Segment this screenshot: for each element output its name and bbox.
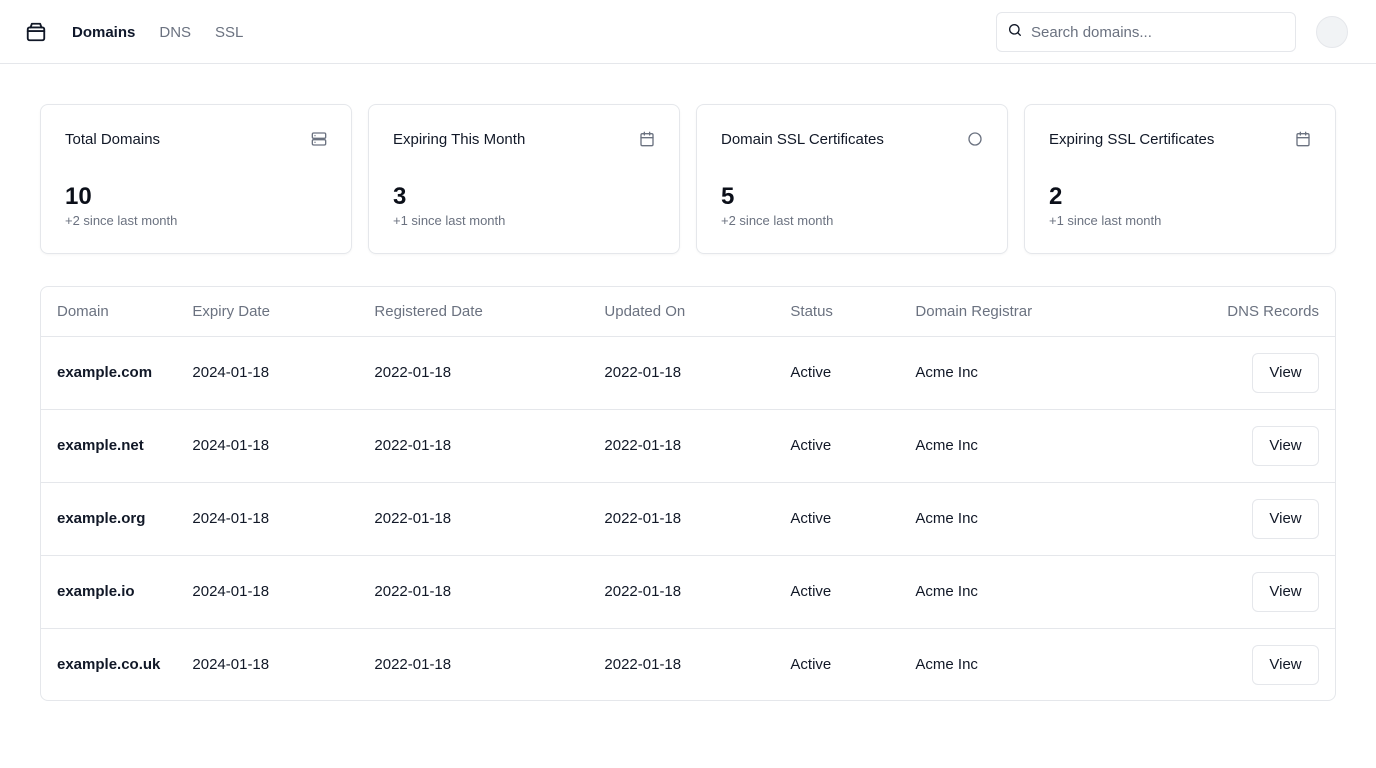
- stat-card-title: Expiring SSL Certificates: [1049, 131, 1215, 148]
- dns-records-cell: View: [1139, 336, 1335, 409]
- table-row: example.co.uk 2024-01-18 2022-01-18 2022…: [41, 628, 1335, 700]
- view-dns-button[interactable]: View: [1252, 425, 1319, 466]
- expiry-cell: 2024-01-18: [192, 437, 270, 454]
- expiry-cell: 2024-01-18: [192, 364, 270, 381]
- domain-cell: example.net: [57, 437, 144, 454]
- column-header-registered-date: Registered Date: [374, 302, 483, 320]
- domain-cell: example.com: [57, 364, 153, 381]
- registered-cell: 2022-01-18: [374, 583, 452, 600]
- calendar-icon: [639, 131, 655, 147]
- updated-cell: 2022-01-18: [604, 364, 682, 381]
- expiry-cell: 2024-01-18: [192, 583, 270, 600]
- domain-cell: example.co.uk: [57, 656, 161, 674]
- stat-card-subtext: +2 since last month: [65, 213, 178, 228]
- dns-records-cell: View: [1139, 555, 1335, 628]
- stat-card-value: 3: [393, 183, 407, 210]
- view-dns-button[interactable]: View: [1252, 571, 1319, 612]
- registrar-cell: Acme Inc: [915, 510, 978, 527]
- status-cell: Active: [790, 656, 832, 674]
- expiry-cell: 2024-01-18: [192, 510, 270, 527]
- status-cell: Active: [790, 437, 832, 454]
- domains-table: Domain Expiry Date Registered Date Updat…: [40, 286, 1336, 701]
- nav-domains[interactable]: Domains: [72, 24, 135, 41]
- domain-cell: example.io: [57, 583, 135, 600]
- updated-cell: 2022-01-18: [604, 437, 682, 454]
- user-avatar[interactable]: [1316, 16, 1348, 48]
- registered-cell: 2022-01-18: [374, 656, 452, 674]
- registered-cell: 2022-01-18: [374, 364, 452, 381]
- stats-cards: Total Domains 10 +2 since last month Exp…: [40, 104, 1336, 254]
- stat-card-value: 10: [65, 183, 92, 210]
- stat-card-subtext: +2 since last month: [721, 213, 834, 228]
- registrar-cell: Acme Inc: [915, 437, 978, 454]
- table-row: example.io 2024-01-18 2022-01-18 2022-01…: [41, 555, 1335, 628]
- stat-card-title: Domain SSL Certificates: [721, 131, 884, 148]
- status-cell: Active: [790, 583, 832, 600]
- column-header-dns-records: DNS Records: [1227, 302, 1319, 320]
- updated-cell: 2022-01-18: [604, 656, 682, 674]
- updated-cell: 2022-01-18: [604, 510, 682, 527]
- domain-cell: example.org: [57, 510, 146, 527]
- stat-card-value: 2: [1049, 183, 1063, 210]
- stat-card-total-domains: Total Domains 10 +2 since last month: [40, 104, 352, 254]
- column-header-status: Status: [790, 302, 833, 320]
- top-navigation-bar: Domains DNS SSL: [0, 0, 1376, 64]
- stat-card-expiring-this-month: Expiring This Month 3 +1 since last mont…: [368, 104, 680, 254]
- circle-icon: [967, 131, 983, 147]
- expiry-cell: 2024-01-18: [192, 656, 270, 674]
- registrar-cell: Acme Inc: [915, 364, 978, 381]
- dns-records-cell: View: [1139, 482, 1335, 555]
- calendar-icon: [1295, 131, 1311, 147]
- updated-cell: 2022-01-18: [604, 583, 682, 600]
- view-dns-button[interactable]: View: [1252, 352, 1319, 393]
- view-dns-button[interactable]: View: [1252, 498, 1319, 539]
- registrar-cell: Acme Inc: [915, 583, 978, 600]
- package-icon[interactable]: [24, 20, 48, 44]
- column-header-domain: Domain: [57, 302, 109, 320]
- stat-card-expiring-ssl: Expiring SSL Certificates 2 +1 since las…: [1024, 104, 1336, 254]
- registered-cell: 2022-01-18: [374, 510, 452, 527]
- dns-records-cell: View: [1139, 628, 1335, 700]
- column-header-registrar: Domain Registrar: [915, 302, 1033, 320]
- status-cell: Active: [790, 510, 832, 527]
- stat-card-ssl-certificates: Domain SSL Certificates 5 +2 since last …: [696, 104, 1008, 254]
- registered-cell: 2022-01-18: [374, 437, 452, 454]
- search-icon: [1007, 22, 1023, 43]
- table-header-row: Domain Expiry Date Registered Date Updat…: [41, 287, 1335, 336]
- table-row: example.org 2024-01-18 2022-01-18 2022-0…: [41, 482, 1335, 555]
- column-header-updated-on: Updated On: [604, 302, 686, 320]
- search-input[interactable]: [1031, 23, 1281, 41]
- column-header-expiry-date: Expiry Date: [192, 302, 270, 320]
- main-nav: Domains DNS SSL: [72, 0, 243, 64]
- nav-dns[interactable]: DNS: [159, 24, 191, 41]
- view-dns-button[interactable]: View: [1252, 644, 1319, 685]
- stat-card-title: Total Domains: [65, 131, 161, 148]
- stat-card-value: 5: [721, 183, 735, 210]
- stat-card-subtext: +1 since last month: [393, 213, 506, 228]
- nav-ssl[interactable]: SSL: [215, 24, 243, 41]
- table-row: example.com 2024-01-18 2022-01-18 2022-0…: [41, 336, 1335, 409]
- dns-records-cell: View: [1139, 409, 1335, 482]
- registrar-cell: Acme Inc: [915, 656, 978, 674]
- stat-card-subtext: +1 since last month: [1049, 213, 1162, 228]
- status-cell: Active: [790, 364, 832, 381]
- stat-card-title: Expiring This Month: [393, 131, 526, 148]
- table-row: example.net 2024-01-18 2022-01-18 2022-0…: [41, 409, 1335, 482]
- server-icon: [311, 131, 327, 147]
- search-box[interactable]: [996, 12, 1296, 52]
